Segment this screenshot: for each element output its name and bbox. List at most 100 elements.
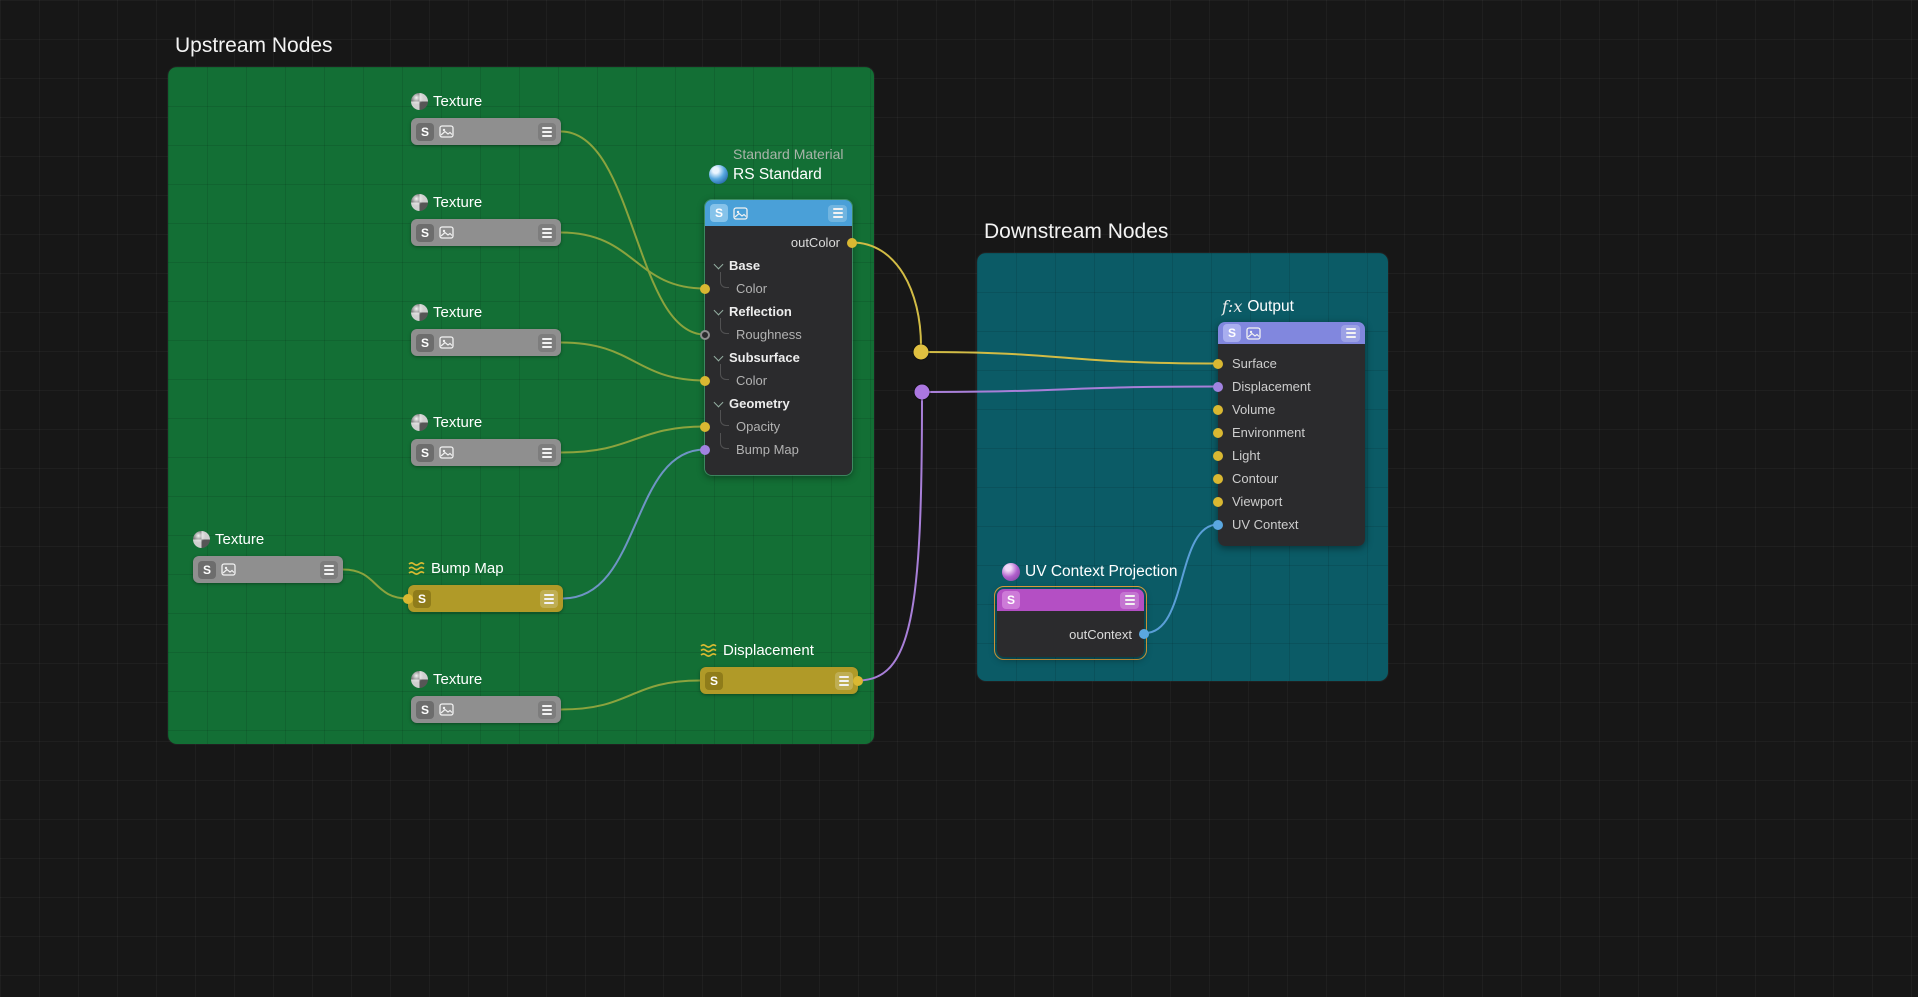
- image-icon: [733, 207, 748, 220]
- uv-projection-caption: UV Context Projection: [998, 563, 1178, 581]
- port-dot-viewport[interactable]: [1213, 497, 1223, 507]
- s-badge: S: [416, 224, 434, 242]
- port-label: Bump Map: [736, 442, 799, 457]
- tree-line: [720, 433, 729, 449]
- s-badge: S: [198, 561, 216, 579]
- reroute-dot-purple[interactable]: [915, 385, 930, 400]
- bump-map-node[interactable]: Bump Map S: [408, 585, 563, 612]
- menu-icon[interactable]: [540, 590, 558, 608]
- node-label: Texture: [411, 414, 482, 431]
- port-dot-bump-map[interactable]: [700, 445, 710, 455]
- port-dot-environment[interactable]: [1213, 428, 1223, 438]
- node-label: Texture: [193, 531, 264, 548]
- texture-sphere-icon: [411, 93, 428, 110]
- port-label: Roughness: [736, 327, 802, 342]
- port-dot-outcontext[interactable]: [1139, 629, 1149, 639]
- menu-icon[interactable]: [828, 205, 847, 222]
- uv-projection-node-header[interactable]: S: [997, 589, 1144, 611]
- chevron-down-icon[interactable]: [714, 353, 723, 362]
- port-dot-volume[interactable]: [1213, 405, 1223, 415]
- port-row-roughness: Roughness: [705, 323, 852, 346]
- port-dot-outcolor[interactable]: [847, 238, 857, 248]
- chevron-down-icon[interactable]: [714, 307, 723, 316]
- s-badge: S: [416, 444, 434, 462]
- material-sphere-icon: [709, 165, 728, 184]
- port-row-bump-map: Bump Map: [705, 438, 852, 461]
- node-title: Bump Map: [431, 560, 504, 577]
- port-dot-roughness[interactable]: [700, 330, 710, 340]
- node-editor-canvas[interactable]: Upstream Nodes Downstream Nodes Texture …: [0, 0, 1918, 997]
- node-label: Bump Map: [408, 560, 504, 577]
- s-badge: S: [1223, 324, 1241, 342]
- port-dot-contour[interactable]: [1213, 474, 1223, 484]
- waves-icon: [700, 643, 718, 658]
- image-icon: [439, 446, 454, 459]
- output-caption: f:x Output: [1218, 297, 1294, 316]
- node-title: UV Context Projection: [1025, 563, 1178, 581]
- node-title: Output: [1247, 298, 1294, 316]
- port-dot-bump-input[interactable]: [403, 594, 413, 604]
- menu-icon[interactable]: [1120, 592, 1139, 609]
- port-dot-base-color[interactable]: [700, 284, 710, 294]
- chevron-down-icon[interactable]: [714, 399, 723, 408]
- menu-icon[interactable]: [538, 444, 556, 462]
- texture-node-body[interactable]: S: [411, 329, 561, 356]
- chevron-down-icon[interactable]: [714, 261, 723, 270]
- s-badge: S: [1002, 591, 1020, 609]
- rs-standard-node-body: outColor Base Color Reflection Roughness: [705, 226, 852, 475]
- port-label: outContext: [1069, 627, 1132, 642]
- port-label: Volume: [1232, 402, 1275, 417]
- group-label: Base: [729, 258, 760, 273]
- group-label: Reflection: [729, 304, 792, 319]
- rs-standard-node-header[interactable]: S: [705, 200, 852, 226]
- node-label: Texture: [411, 671, 482, 688]
- menu-icon[interactable]: [835, 672, 853, 690]
- port-dot-displacement-output[interactable]: [853, 676, 863, 686]
- menu-icon[interactable]: [1341, 325, 1360, 342]
- texture-node-2[interactable]: Texture S: [411, 219, 561, 246]
- port-label: UV Context: [1232, 517, 1298, 532]
- bump-map-node-body[interactable]: S: [408, 585, 563, 612]
- port-dot-uv-context[interactable]: [1213, 520, 1223, 530]
- port-row-viewport: Viewport: [1218, 490, 1365, 513]
- menu-icon[interactable]: [538, 701, 556, 719]
- rs-standard-node[interactable]: S outColor Base Color Reflection: [705, 200, 852, 475]
- texture-node-3[interactable]: Texture S: [411, 329, 561, 356]
- node-title: Texture: [433, 671, 482, 688]
- reroute-dot-yellow[interactable]: [914, 345, 929, 360]
- port-row-outcolor: outColor: [705, 231, 852, 254]
- port-dot-displacement[interactable]: [1213, 382, 1223, 392]
- port-dot-opacity[interactable]: [700, 422, 710, 432]
- port-dot-light[interactable]: [1213, 451, 1223, 461]
- menu-icon[interactable]: [538, 224, 556, 242]
- port-row-uv-context: UV Context: [1218, 513, 1365, 536]
- texture-node-body[interactable]: S: [411, 219, 561, 246]
- texture-node-body[interactable]: S: [411, 696, 561, 723]
- texture-node-body[interactable]: S: [411, 118, 561, 145]
- menu-icon[interactable]: [538, 123, 556, 141]
- menu-icon[interactable]: [538, 334, 556, 352]
- texture-node-5[interactable]: Texture S: [193, 556, 343, 583]
- texture-node-body[interactable]: S: [193, 556, 343, 583]
- port-dot-subsurface-color[interactable]: [700, 376, 710, 386]
- texture-sphere-icon: [193, 531, 210, 548]
- s-badge: S: [416, 334, 434, 352]
- node-label: Displacement: [700, 642, 814, 659]
- uv-projection-node[interactable]: S outContext: [997, 589, 1144, 657]
- texture-sphere-icon: [411, 194, 428, 211]
- texture-node-6[interactable]: Texture S: [411, 696, 561, 723]
- port-dot-surface[interactable]: [1213, 359, 1223, 369]
- texture-node-4[interactable]: Texture S: [411, 439, 561, 466]
- output-node[interactable]: S Surface Displacement Volume Environmen…: [1218, 322, 1365, 546]
- displacement-node-body[interactable]: S: [700, 667, 858, 694]
- texture-node-1[interactable]: Texture S: [411, 118, 561, 145]
- port-label: Viewport: [1232, 494, 1282, 509]
- menu-icon[interactable]: [320, 561, 338, 579]
- node-title: Texture: [433, 194, 482, 211]
- texture-node-body[interactable]: S: [411, 439, 561, 466]
- displacement-node[interactable]: Displacement S: [700, 667, 858, 694]
- image-icon: [439, 703, 454, 716]
- group-title-downstream: Downstream Nodes: [984, 220, 1168, 244]
- output-node-header[interactable]: S: [1218, 322, 1365, 344]
- s-badge: S: [710, 204, 728, 222]
